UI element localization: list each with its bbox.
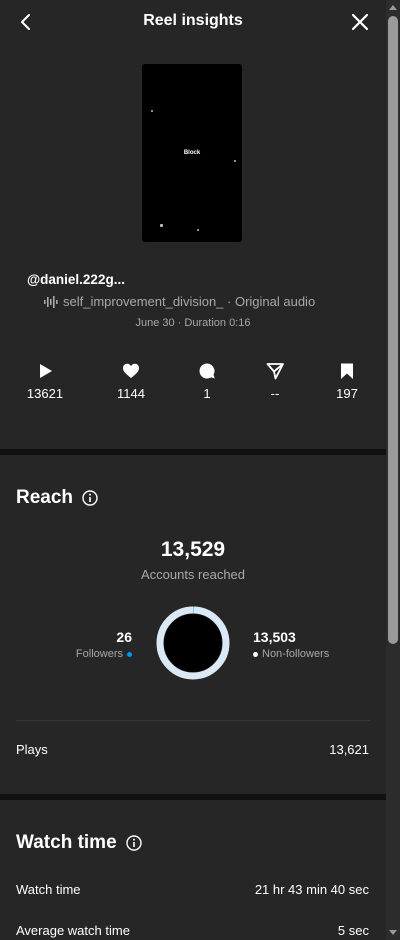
followers-legend: Followers (76, 648, 132, 660)
audio-row[interactable]: self_improvement_division_ · Original au… (44, 294, 315, 309)
watch-time-title-text: Watch time (16, 832, 117, 853)
heart-icon (123, 363, 139, 378)
comments-stat: 1 (177, 362, 237, 401)
reach-title-text: Reach (16, 487, 74, 508)
saves-count: 197 (336, 386, 358, 401)
username[interactable]: @daniel.222g... (27, 272, 125, 287)
bookmark-icon (341, 363, 353, 379)
donut-center (164, 614, 222, 672)
thumbnail-caption: Block (183, 150, 201, 156)
reel-thumbnail[interactable]: Block (142, 64, 242, 242)
non-followers-value: 13,503 (253, 629, 296, 645)
saves-stat: 197 (317, 362, 377, 401)
section-divider (0, 449, 386, 455)
non-followers-label: Non-followers (262, 648, 330, 660)
watch-time-value: 21 hr 43 min 40 sec (254, 882, 369, 897)
info-icon[interactable] (82, 490, 98, 506)
accounts-reached-label: Accounts reached (140, 567, 246, 582)
scroll-down-arrow[interactable] (389, 930, 397, 935)
comment-icon (199, 363, 215, 379)
shares-stat: -- (245, 362, 305, 401)
plays-count: 13621 (26, 386, 64, 401)
accounts-reached-value: 13,529 (160, 538, 226, 561)
plays-row-label: Plays (16, 742, 48, 757)
followers-label: Followers (75, 648, 123, 660)
avg-watch-time-label: Average watch time (16, 923, 130, 938)
thumbnail-speck (151, 110, 153, 112)
insights-content: Reel insights Block @daniel.222g... self… (0, 0, 386, 940)
plays-stat: 13621 (15, 362, 75, 401)
audio-label: self_improvement_division_ · Original au… (63, 294, 316, 309)
audio-wave-icon (44, 295, 58, 308)
header: Reel insights (0, 0, 386, 44)
non-followers-dot (253, 651, 258, 657)
thumbnail-speck (234, 160, 236, 162)
shares-count: -- (270, 386, 280, 401)
play-icon (40, 364, 52, 378)
likes-count: 1144 (117, 386, 145, 401)
page-title: Reel insights (143, 12, 243, 29)
thumbnail-speck (197, 229, 199, 231)
close-icon (351, 13, 369, 31)
close-button[interactable] (348, 10, 372, 34)
share-icon (266, 363, 284, 380)
followers-value: 26 (116, 629, 132, 645)
scroll-up-arrow[interactable] (389, 5, 397, 10)
plays-row-value: 13,621 (329, 742, 369, 757)
likes-stat: 1144 (101, 362, 161, 401)
thumbnail-speck (160, 224, 163, 227)
watch-time-title: Watch time (16, 832, 142, 854)
reach-separator (16, 720, 370, 721)
watch-time-label: Watch time (16, 882, 81, 897)
non-followers-legend: Non-followers (253, 648, 329, 660)
section-divider (0, 794, 386, 800)
reach-title: Reach (16, 487, 98, 509)
comments-count: 1 (203, 386, 211, 401)
avg-watch-time-value: 5 sec (337, 923, 369, 938)
followers-dot (127, 651, 132, 657)
scrollbar-thumb[interactable] (388, 16, 398, 644)
reel-insights-panel: Reel insights Block @daniel.222g... self… (0, 0, 400, 940)
date-duration: June 30 · Duration 0:16 (135, 317, 251, 329)
reach-donut-chart (156, 606, 230, 680)
info-icon[interactable] (125, 835, 142, 851)
